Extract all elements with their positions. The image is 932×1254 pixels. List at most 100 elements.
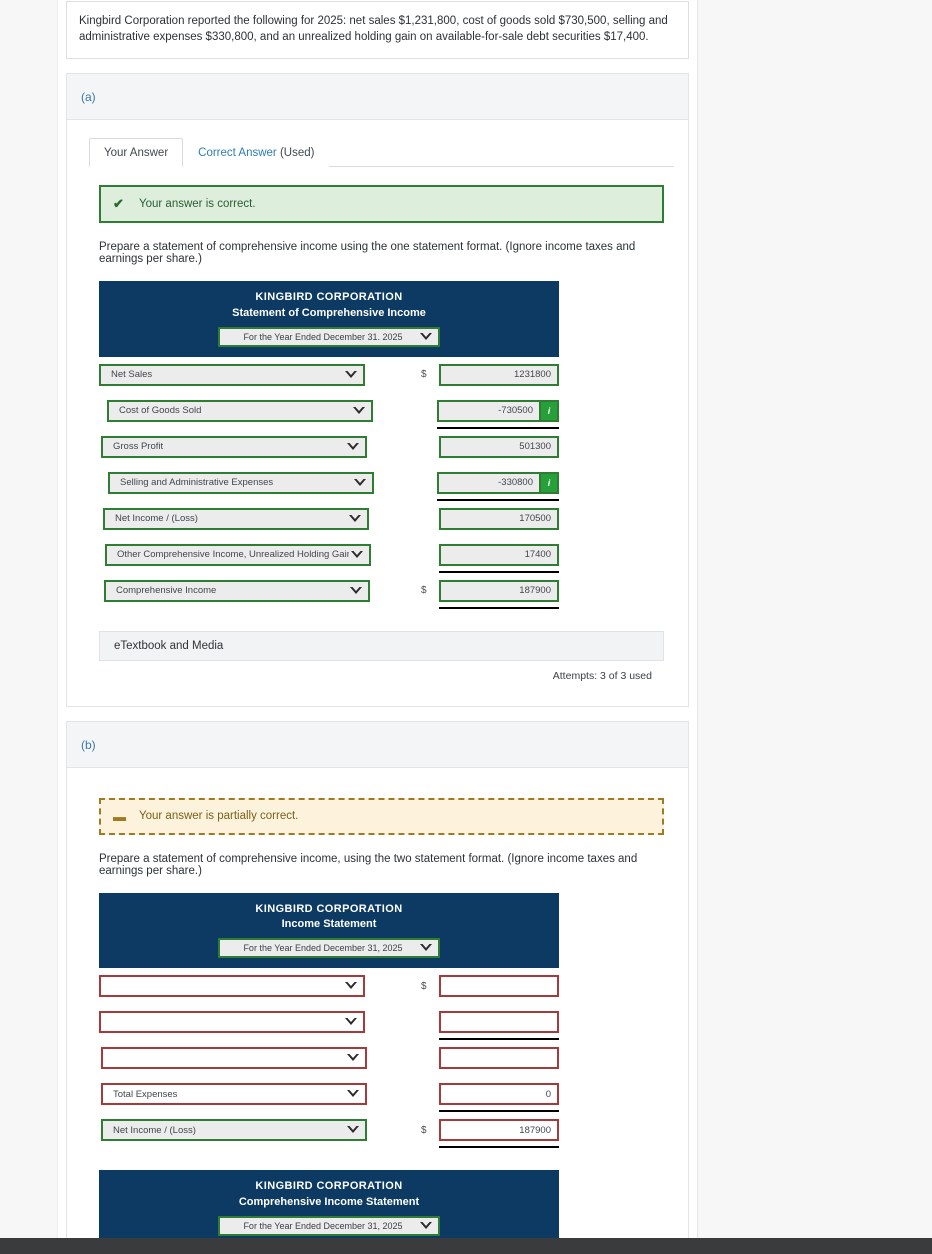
statement-row: [99, 1040, 559, 1076]
status-banner-partial-text: Your answer is partially correct.: [139, 810, 299, 823]
row-account-select[interactable]: Cost of Goods Sold: [107, 399, 373, 422]
row-amount-group: -330800 i: [437, 471, 559, 501]
statement-row: Total Expenses 0: [99, 1076, 559, 1113]
statement-b2-date-value: For the Year Ended December 31, 2025: [243, 1221, 403, 1232]
tab-your-answer[interactable]: Your Answer: [89, 137, 184, 167]
row-amount-group: 170500: [439, 507, 559, 530]
chevron-down-icon: [343, 980, 359, 992]
statement-b1-date-select[interactable]: For the Year Ended December 31, 2025: [218, 938, 440, 959]
tab-your-answer-label: Your Answer: [104, 146, 169, 159]
row-amount-input[interactable]: 17400: [439, 543, 559, 566]
row-account-select[interactable]: [101, 1047, 367, 1070]
statement-b2-header: KINGBIRD CORPORATION Comprehensive Incom…: [99, 1170, 559, 1247]
row-account-value: Net Income / (Loss): [115, 513, 198, 525]
row-amount-input[interactable]: 0: [439, 1083, 559, 1106]
row-amount-input[interactable]: [439, 975, 559, 998]
statement-b2-title: Comprehensive Income Statement: [238, 1196, 420, 1209]
statement-row: Net Sales $1231800: [99, 357, 559, 393]
row-amount-input[interactable]: 501300: [439, 435, 559, 458]
row-amount-group: [439, 1047, 559, 1070]
part-b-section: (b) ▬ Your answer is partially correct. …: [66, 720, 689, 1254]
chevron-down-icon: [418, 1220, 434, 1232]
row-account-value: Net Income / (Loss): [113, 1124, 196, 1136]
statement-a-rows: Net Sales $1231800 Cost of Goods Sold -7305…: [99, 357, 559, 609]
row-account-select[interactable]: Net Income / (Loss): [103, 507, 369, 530]
row-amount-input[interactable]: [439, 1011, 559, 1034]
statement-a-title: Statement of Comprehensive Income: [232, 306, 426, 319]
status-banner-partial: ▬ Your answer is partially correct.: [99, 797, 664, 835]
chevron-down-icon: [345, 441, 361, 453]
statement-row: Cost of Goods Sold -730500 i: [99, 393, 559, 429]
statement-b2-date-wrap: For the Year Ended December 31, 2025: [99, 1216, 559, 1237]
chevron-down-icon: [343, 1016, 359, 1028]
row-account-select[interactable]: Selling and Administrative Expenses: [108, 471, 374, 494]
statement-b1-header: KINGBIRD CORPORATION Income Statement Fo…: [99, 892, 559, 969]
bottom-bar: [0, 1238, 932, 1254]
chevron-down-icon: [351, 405, 367, 417]
chevron-down-icon: [348, 585, 364, 597]
statement-b1-title: Income Statement: [281, 918, 377, 931]
chevron-down-icon: [345, 1052, 361, 1064]
row-account-select[interactable]: [99, 1011, 365, 1034]
part-a-prompt: Prepare a statement of comprehensive inc…: [99, 240, 636, 265]
statement-a-date-value: For the Year Ended December 31. 2025: [243, 331, 403, 342]
info-icon[interactable]: i: [541, 399, 559, 422]
row-amount-input[interactable]: 1231800: [439, 363, 559, 386]
row-amount-input[interactable]: 187900: [439, 1119, 559, 1142]
statement-comprehensive-income: KINGBIRD CORPORATION Statement of Compre…: [99, 280, 559, 609]
row-account-select[interactable]: Net Sales: [99, 363, 365, 386]
chevron-down-icon: [349, 549, 365, 561]
row-account-select[interactable]: Other Comprehensive Income, Unrealized H…: [105, 543, 371, 566]
statement-row: Other Comprehensive Income, Unrealized H…: [99, 537, 559, 573]
row-account-select[interactable]: [99, 975, 365, 998]
row-account-value: Cost of Goods Sold: [119, 405, 202, 417]
row-amount-input[interactable]: [439, 1047, 559, 1070]
attempts-counter: Attempts: 3 of 3 used: [552, 669, 652, 682]
row-amount-input[interactable]: -330800: [437, 471, 541, 494]
problem-statement-card: Kingbird Corporation reported the follow…: [66, 1, 689, 59]
row-amount-input[interactable]: -730500: [437, 399, 541, 422]
dash-icon: ▬: [113, 808, 126, 824]
row-amount-input[interactable]: 170500: [439, 507, 559, 530]
statement-b1-company: KINGBIRD CORPORATION: [255, 902, 403, 915]
chevron-down-icon: [418, 331, 434, 343]
problem-statement-text: Kingbird Corporation reported the follow…: [79, 15, 668, 44]
tab-correct-answer-label: Correct Answer: [198, 146, 277, 159]
statement-row: Gross Profit 501300: [99, 429, 559, 465]
status-banner-correct-text: Your answer is correct.: [139, 197, 256, 210]
statement-row: Selling and Administrative Expenses -3308…: [99, 465, 559, 501]
statement-a-date-select[interactable]: For the Year Ended December 31. 2025: [218, 326, 440, 347]
statement-b1-rows: $ Total Expenses 0 Net Income / (Loss) $1879…: [99, 968, 559, 1149]
row-amount-group: 1231800: [439, 363, 559, 386]
statement-b2-company: KINGBIRD CORPORATION: [255, 1180, 403, 1193]
row-account-select[interactable]: Comprehensive Income: [104, 579, 370, 602]
page-root: Kingbird Corporation reported the follow…: [0, 0, 932, 1254]
row-account-value: Gross Profit: [113, 441, 164, 453]
row-dollar-sign: $: [421, 585, 427, 597]
row-account-select[interactable]: Gross Profit: [101, 435, 367, 458]
info-icon[interactable]: i: [541, 471, 559, 494]
row-dollar-sign: $: [421, 369, 427, 381]
row-amount-group: 187900: [439, 1119, 559, 1149]
statement-a-company: KINGBIRD CORPORATION: [255, 290, 403, 303]
statement-b2-date-select[interactable]: For the Year Ended December 31, 2025: [218, 1216, 440, 1237]
etextbook-and-media-button[interactable]: eTextbook and Media: [99, 630, 664, 661]
row-amount-group: 17400: [439, 543, 559, 573]
statement-row: Net Income / (Loss) 170500: [99, 501, 559, 537]
row-amount-group: 187900: [439, 579, 559, 609]
statement-row: [99, 1004, 559, 1041]
statement-b1-date-value: For the Year Ended December 31, 2025: [243, 943, 403, 954]
row-account-select[interactable]: Net Income / (Loss): [101, 1119, 367, 1142]
tab-correct-answer-suffix: (Used): [276, 146, 315, 159]
row-amount-input[interactable]: 187900: [439, 579, 559, 602]
chevron-down-icon: [345, 1088, 361, 1100]
chevron-down-icon: [347, 513, 363, 525]
row-total-underline: [439, 606, 559, 609]
row-dollar-sign: $: [421, 1124, 427, 1136]
part-a-header: (a): [67, 73, 688, 120]
statement-row: $: [99, 968, 559, 1004]
tab-correct-answer[interactable]: Correct Answer (Used): [183, 137, 330, 167]
chevron-down-icon: [343, 369, 359, 381]
row-amount-group: [439, 1011, 559, 1041]
row-account-select[interactable]: Total Expenses: [101, 1083, 367, 1106]
